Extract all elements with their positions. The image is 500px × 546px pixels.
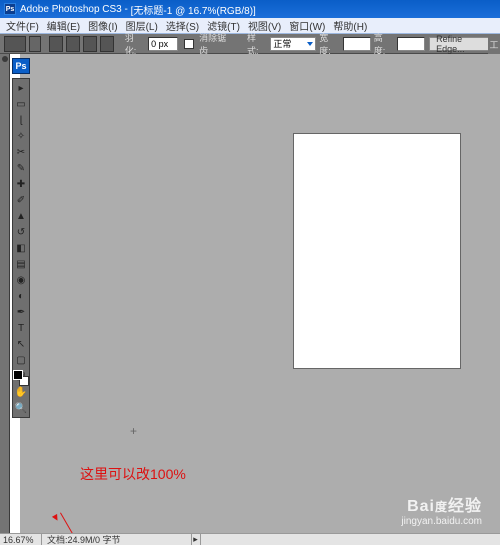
marquee-tool-icon[interactable]: ▭ bbox=[13, 96, 29, 112]
status-menu-icon[interactable]: ▸ bbox=[191, 534, 201, 545]
watermark: Bai度Baidu经验经验 jingyan.baidu.com bbox=[401, 492, 482, 527]
dodge-tool-icon[interactable]: ◐ bbox=[13, 288, 29, 304]
document-area[interactable]: + 这里可以改100% bbox=[20, 54, 500, 533]
cursor-crosshair-icon: + bbox=[130, 424, 137, 438]
toolbox-rail bbox=[0, 54, 10, 533]
menu-file[interactable]: 文件(F) bbox=[6, 18, 39, 33]
canvas[interactable] bbox=[294, 134, 460, 368]
width-label: 宽度: bbox=[319, 31, 339, 57]
gradient-tool-icon[interactable]: ▤ bbox=[13, 256, 29, 272]
annotation-text: 这里可以改100% bbox=[80, 464, 186, 484]
selmode-add-icon[interactable] bbox=[66, 36, 80, 52]
selmode-new-icon[interactable] bbox=[49, 36, 63, 52]
watermark-url: jingyan.baidu.com bbox=[401, 516, 482, 527]
history-brush-tool-icon[interactable]: ↺ bbox=[13, 224, 29, 240]
menu-edit[interactable]: 编辑(E) bbox=[47, 18, 80, 33]
antialias-label: 消除锯齿 bbox=[199, 31, 235, 57]
annotation-arrow-head-icon bbox=[52, 514, 60, 522]
fg-swatch[interactable] bbox=[13, 370, 23, 380]
titlebar: Ps Adobe Photoshop CS3 - [无标题-1 @ 16.7%(… bbox=[0, 0, 500, 18]
workarea: + 这里可以改100% bbox=[0, 54, 500, 533]
ps-badge-icon: Ps bbox=[12, 58, 30, 74]
statusbar: 16.67% 文档:24.9M/0 字节 ▸ bbox=[0, 533, 500, 545]
right-panel-tab[interactable]: 工 bbox=[488, 34, 500, 54]
move-tool-icon[interactable]: ▸ bbox=[13, 80, 29, 96]
healing-tool-icon[interactable]: ✚ bbox=[13, 176, 29, 192]
crop-tool-icon[interactable]: ✂ bbox=[13, 144, 29, 160]
antialias-checkbox[interactable] bbox=[184, 39, 194, 49]
doc-info-label: 文档:24.9M/0 字节 bbox=[42, 533, 121, 546]
toolbox: ▸ ▭ ɭ ✧ ✂ ✎ ✚ ✐ ▲ ↺ ◧ ▤ ◉ ◐ ✒ T ↖ ▢ ▣ ✋ … bbox=[12, 78, 30, 418]
style-select[interactable]: 正常 bbox=[270, 37, 316, 51]
doc-title: [无标题-1 @ 16.7%(RGB/8)] bbox=[131, 2, 256, 17]
path-tool-icon[interactable]: ↖ bbox=[13, 336, 29, 352]
blur-tool-icon[interactable]: ◉ bbox=[13, 272, 29, 288]
app-icon: Ps bbox=[4, 3, 16, 15]
stamp-tool-icon[interactable]: ▲ bbox=[13, 208, 29, 224]
zoom-level-input[interactable]: 16.67% bbox=[0, 534, 42, 545]
eyedropper-tool-icon[interactable]: ✎ bbox=[13, 160, 29, 176]
type-tool-icon[interactable]: T bbox=[13, 320, 29, 336]
zoom-tool-icon[interactable]: 🔍 bbox=[13, 400, 29, 416]
pen-tool-icon[interactable]: ✒ bbox=[13, 304, 29, 320]
feather-input[interactable] bbox=[148, 37, 178, 51]
selmode-sub-icon[interactable] bbox=[83, 36, 97, 52]
wand-tool-icon[interactable]: ✧ bbox=[13, 128, 29, 144]
selmode-intersect-icon[interactable] bbox=[100, 36, 114, 52]
marquee-preset-icon[interactable] bbox=[4, 36, 26, 52]
menu-select[interactable]: 选择(S) bbox=[166, 18, 199, 33]
height-label: 高度: bbox=[374, 31, 394, 57]
height-input[interactable] bbox=[397, 37, 425, 51]
feather-label: 羽化: bbox=[125, 31, 145, 57]
menu-image[interactable]: 图像(I) bbox=[88, 18, 117, 33]
app-name: Adobe Photoshop CS3 bbox=[20, 4, 122, 15]
lasso-tool-icon[interactable]: ɭ bbox=[13, 112, 29, 128]
dock-grip-icon[interactable] bbox=[2, 56, 8, 62]
brush-tool-icon[interactable]: ✐ bbox=[13, 192, 29, 208]
style-label: 样式: bbox=[247, 31, 267, 57]
shape-tool-icon[interactable]: ▢ bbox=[13, 352, 29, 368]
eraser-tool-icon[interactable]: ◧ bbox=[13, 240, 29, 256]
width-input[interactable] bbox=[343, 37, 371, 51]
hand-tool-icon[interactable]: ✋ bbox=[13, 384, 29, 400]
preset-dropdown-icon[interactable] bbox=[29, 36, 41, 52]
optionbar: 羽化: 消除锯齿 样式: 正常 宽度: 高度: Refine Edge... bbox=[0, 34, 500, 54]
